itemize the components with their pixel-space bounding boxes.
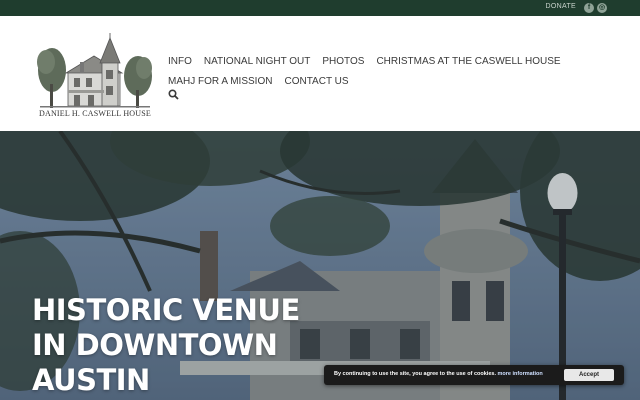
top-bar: DONATE f ◎ [0, 0, 640, 16]
nav-row-1: INFO NATIONAL NIGHT OUT PHOTOS CHRISTMAS… [168, 52, 568, 72]
nav-item-contact-us[interactable]: CONTACT US [284, 72, 348, 92]
instagram-icon[interactable]: ◎ [597, 3, 607, 13]
hero-title-line-3: AUSTIN [32, 363, 150, 397]
nav-item-national-night-out[interactable]: NATIONAL NIGHT OUT [204, 52, 311, 72]
nav-item-mahj-for-a-mission[interactable]: MAHJ FOR A MISSION [168, 72, 272, 92]
cookie-consent-bar: By continuing to use the site, you agree… [324, 365, 624, 385]
cookie-message: By continuing to use the site, you agree… [334, 371, 543, 377]
accept-button[interactable]: Accept [564, 369, 614, 381]
hero-title-line-1: HISTORIC VENUE [32, 293, 300, 327]
nav-item-photos[interactable]: PHOTOS [322, 52, 364, 72]
site-header: DANIEL H. CASWELL HOUSE INFO NATIONAL NI… [0, 16, 640, 131]
nav-item-info[interactable]: INFO [168, 52, 192, 72]
more-information-link[interactable]: more information [498, 371, 543, 377]
donate-link[interactable]: DONATE [546, 3, 576, 10]
hero-banner: HISTORIC VENUE IN DOWNTOWN AUSTIN [0, 131, 640, 400]
nav-row-2: MAHJ FOR A MISSION CONTACT US [168, 72, 568, 92]
nav-item-christmas[interactable]: CHRISTMAS AT THE CASWELL HOUSE [376, 52, 560, 72]
hero-title-line-2: IN DOWNTOWN [32, 328, 278, 362]
logo-caption: DANIEL H. CASWELL HOUSE [39, 109, 151, 118]
hero-title: HISTORIC VENUE IN DOWNTOWN AUSTIN [32, 293, 300, 398]
facebook-icon[interactable]: f [584, 3, 594, 13]
cookie-message-text: By continuing to use the site, you agree… [334, 371, 496, 377]
main-nav: INFO NATIONAL NIGHT OUT PHOTOS CHRISTMAS… [168, 52, 568, 92]
search-icon[interactable] [168, 89, 179, 100]
